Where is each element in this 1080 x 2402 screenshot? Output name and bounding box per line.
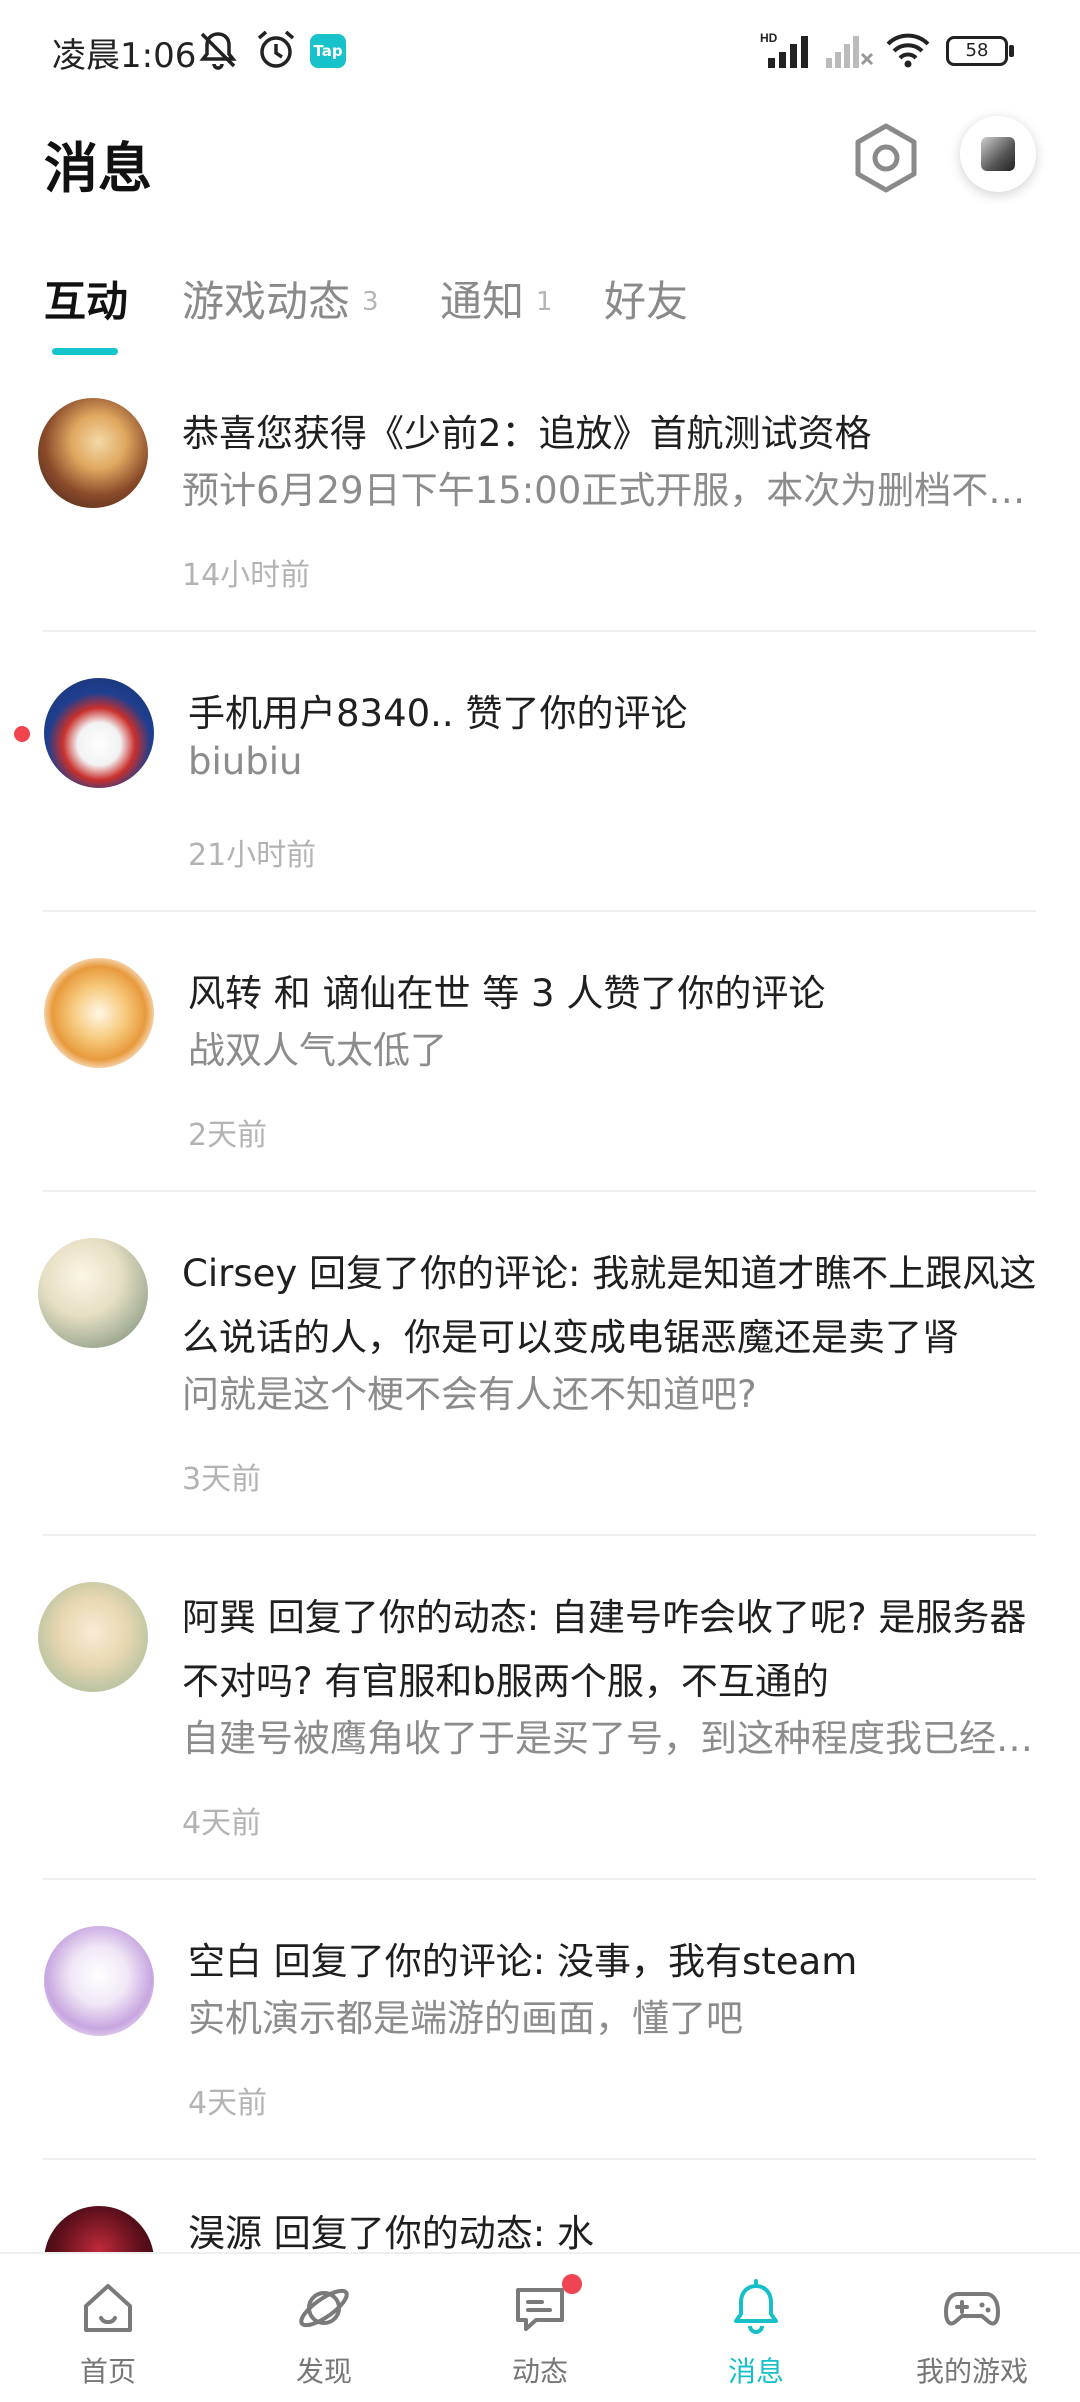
nav-discover[interactable]: 发现	[216, 2254, 432, 2402]
message-title: 风转 和 谪仙在世 等 3 人赞了你的评论	[188, 972, 826, 1015]
message-title: 恭喜您获得《少前2：追放》首航测试资格	[182, 412, 872, 455]
mute-icon	[199, 32, 237, 70]
message-time: 3天前	[182, 1462, 262, 1497]
tab-badge: 1	[536, 287, 553, 317]
tab-notifications[interactable]: 通知 1	[440, 268, 553, 329]
battery-icon: 58	[946, 36, 1008, 66]
alarm-icon	[257, 30, 295, 68]
list-item[interactable]: 恭喜您获得《少前2：追放》首航测试资格 预计6月29日下午15:00正式开服，本…	[0, 398, 1080, 632]
message-time: 4天前	[182, 1806, 262, 1841]
nav-label: 消息	[727, 2355, 784, 2388]
nav-home[interactable]: 首页	[0, 2254, 216, 2402]
list-item[interactable]: 风转 和 谪仙在世 等 3 人赞了你的评论 战双人气太低了 2天前	[0, 958, 1080, 1192]
message-subtitle: 战双人气太低了	[188, 1029, 447, 1072]
message-subtitle: 问就是这个梗不会有人还不知道吧?	[182, 1373, 757, 1416]
nav-label: 首页	[79, 2355, 136, 2388]
signal-strength-icon: HD	[760, 31, 808, 68]
divider	[42, 1190, 1036, 1192]
svg-text:HD: HD	[760, 31, 778, 45]
avatar	[38, 1582, 148, 1692]
divider	[42, 1534, 1036, 1536]
divider	[42, 1878, 1036, 1880]
active-tab-indicator	[52, 348, 118, 355]
status-time: 凌晨1:06	[52, 36, 197, 76]
status-bar: 凌晨1:06 Tap HD 58	[0, 0, 1080, 105]
message-subtitle: 实机演示都是端游的画面，懂了吧	[188, 1997, 743, 2040]
message-title: Cirsey 回复了你的评论: 我就是知道才瞧不上跟风这么说话的人，你是可以变成…	[182, 1252, 1037, 1359]
message-title: 淏源 回复了你的动态: 水	[188, 2212, 594, 2252]
signal-no-service-icon	[826, 36, 874, 68]
settings-icon[interactable]	[850, 122, 922, 194]
nav-label: 动态	[511, 2355, 568, 2388]
notification-dot	[562, 2274, 582, 2294]
message-subtitle: biubiu	[188, 740, 303, 783]
message-title: 空白 回复了你的评论: 没事，我有steam	[188, 1940, 858, 1983]
avatar	[44, 1926, 154, 2036]
planet-icon	[299, 2288, 349, 2328]
message-time: 21小时前	[188, 838, 317, 873]
nav-my-games[interactable]: 我的游戏	[864, 2254, 1080, 2402]
list-item[interactable]: 阿巽 回复了你的动态: 自建号咋会收了呢? 是服务器不对吗? 有官服和b服两个服…	[0, 1582, 1080, 1880]
message-title: 阿巽 回复了你的动态: 自建号咋会收了呢? 是服务器不对吗? 有官服和b服两个服…	[182, 1596, 1027, 1703]
message-time: 2天前	[188, 1118, 268, 1153]
message-time: 4天前	[188, 2086, 268, 2121]
divider	[42, 630, 1036, 632]
chat-icon	[516, 2288, 564, 2331]
message-title: 手机用户8340.. 赞了你的评论	[188, 692, 688, 735]
list-item[interactable]: 空白 回复了你的评论: 没事，我有steam 实机演示都是端游的画面，懂了吧 4…	[0, 1926, 1080, 2160]
tab-interaction[interactable]: 互动	[44, 268, 128, 329]
nav-feed[interactable]: 动态	[432, 2254, 648, 2402]
gamepad-icon	[944, 2292, 1000, 2326]
bell-icon	[734, 2279, 778, 2334]
avatar	[44, 678, 154, 788]
user-avatar-button[interactable]	[960, 116, 1036, 192]
divider	[42, 910, 1036, 912]
avatar	[44, 958, 154, 1068]
page-title: 消息	[44, 137, 152, 200]
tab-game-updates[interactable]: 游戏动态 3	[182, 268, 379, 329]
nav-label: 发现	[295, 2355, 352, 2388]
nav-messages[interactable]: 消息	[648, 2254, 864, 2402]
message-time: 14小时前	[182, 558, 311, 593]
divider	[42, 2158, 1036, 2160]
tap-app-icon: Tap	[310, 34, 346, 68]
tab-friends[interactable]: 好友	[604, 268, 688, 329]
bottom-navigation: 首页 发现 动态 消息 我的游戏	[0, 2252, 1080, 2402]
avatar	[44, 2206, 154, 2252]
list-item[interactable]: 淏源 回复了你的动态: 水	[0, 2206, 1080, 2252]
avatar	[38, 398, 148, 508]
message-subtitle: 预计6月29日下午15:00正式开服，本次为删档不计费测试	[182, 469, 1038, 512]
list-item[interactable]: Cirsey 回复了你的评论: 我就是知道才瞧不上跟风这么说话的人，你是可以变成…	[0, 1238, 1080, 1536]
tab-badge: 3	[362, 287, 379, 317]
message-subtitle: 自建号被鹰角收了于是买了号，到这种程度我已经不想玩了	[182, 1717, 1038, 1760]
nav-label: 我的游戏	[915, 2355, 1028, 2388]
avatar	[38, 1238, 148, 1348]
unread-dot	[14, 726, 30, 742]
message-tabs: 互动 游戏动态 3 通知 1 好友	[0, 258, 1080, 355]
avatar	[981, 137, 1015, 171]
wifi-icon	[886, 33, 930, 68]
battery-level: 58	[965, 40, 989, 61]
home-icon	[84, 2284, 132, 2332]
list-item[interactable]: 手机用户8340.. 赞了你的评论 biubiu 21小时前	[0, 678, 1080, 912]
